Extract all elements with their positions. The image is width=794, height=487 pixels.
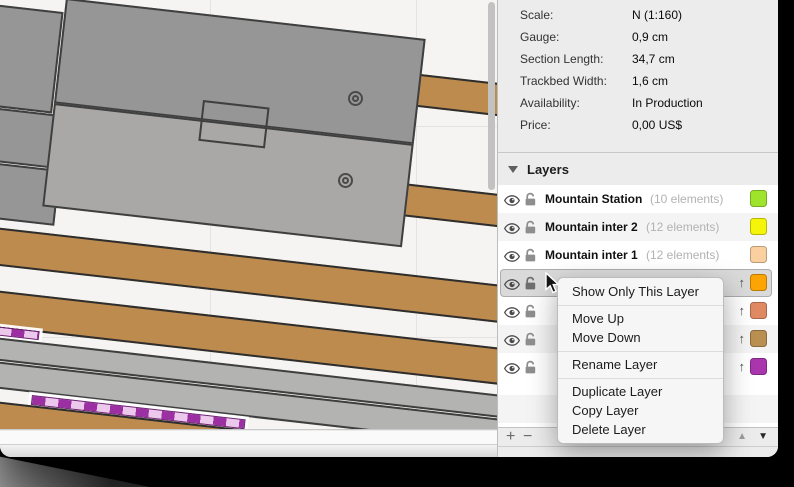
item-properties: Scale: N (1:160) Gauge: 0,9 cm Section Len…: [498, 4, 778, 136]
mouse-cursor-icon: [545, 271, 561, 300]
layers-section-header[interactable]: Layers: [498, 153, 778, 185]
menu-item-move-down[interactable]: Move Down: [558, 328, 723, 347]
layer-name: Mountain inter 2: [545, 220, 638, 234]
visibility-eye-icon[interactable]: [503, 249, 521, 267]
menu-item-copy-layer[interactable]: Copy Layer: [558, 401, 723, 420]
menu-item-duplicate-layer[interactable]: Duplicate Layer: [558, 382, 723, 401]
property-label: Availability:: [520, 96, 580, 110]
property-row: Price: 0,00 US$: [498, 114, 778, 136]
up-arrow-icon: ↑: [738, 359, 746, 374]
context-menu: Show Only This Layer Move Up Move Down R…: [557, 277, 724, 444]
layer-element-count: (10 elements): [650, 192, 724, 206]
visibility-eye-icon[interactable]: [503, 333, 521, 351]
unlocked-lock-icon[interactable]: [524, 248, 537, 267]
property-value: 0,00 US$: [632, 118, 683, 132]
menu-item-show-only-this-layer[interactable]: Show Only This Layer: [558, 282, 723, 301]
property-value: 0,9 cm: [632, 30, 669, 44]
property-label: Section Length:: [520, 52, 604, 66]
property-label: Scale:: [520, 8, 554, 22]
property-value: 34,7 cm: [632, 52, 675, 66]
unlocked-lock-icon[interactable]: [524, 360, 537, 379]
layer-color-swatch[interactable]: [750, 302, 767, 319]
layer-color-swatch[interactable]: [750, 330, 767, 347]
menu-item-move-up[interactable]: Move Up: [558, 309, 723, 328]
property-row: Availability: In Production: [498, 92, 778, 114]
layer-color-swatch[interactable]: [750, 274, 767, 291]
layer-color-swatch[interactable]: [750, 358, 767, 375]
layer-row-mountain-inter-2[interactable]: Mountain inter 2 (12 elements): [498, 213, 778, 241]
remove-layer-button[interactable]: −: [523, 428, 532, 446]
move-layer-up-button[interactable]: ▲: [737, 431, 747, 442]
add-layer-button[interactable]: +: [506, 428, 515, 446]
platform-marker-circle[interactable]: [348, 91, 363, 106]
outlined-rect-object[interactable]: [198, 100, 270, 149]
up-arrow-icon: ↑: [738, 275, 746, 290]
property-value: 1,6 cm: [632, 74, 669, 88]
layer-color-swatch[interactable]: [750, 218, 767, 235]
up-arrow-icon: ↑: [738, 331, 746, 346]
menu-separator: [558, 304, 723, 306]
unlocked-lock-icon[interactable]: [524, 332, 537, 351]
move-layer-down-button[interactable]: ▼: [758, 431, 768, 442]
property-row: Scale: N (1:160): [498, 4, 778, 26]
canvas-scrollbar[interactable]: [486, 0, 497, 429]
property-value: N (1:160): [632, 8, 683, 22]
visibility-eye-icon[interactable]: [503, 277, 521, 295]
desktop-background: Scale: N (1:160) Gauge: 0,9 cm Section Len…: [0, 0, 794, 487]
canvas-bottom-strip: [0, 431, 497, 445]
menu-item-rename-layer[interactable]: Rename Layer: [558, 355, 723, 374]
unlocked-lock-icon[interactable]: [524, 220, 537, 239]
property-row: Trackbed Width: 1,6 cm: [498, 70, 778, 92]
property-label: Price:: [520, 118, 551, 132]
visibility-eye-icon[interactable]: [503, 221, 521, 239]
menu-separator: [558, 377, 723, 379]
property-label: Gauge:: [520, 30, 560, 44]
property-value: In Production: [632, 96, 703, 110]
property-row: Section Length: 34,7 cm: [498, 48, 778, 70]
layers-title: Layers: [527, 161, 569, 177]
scrollbar-thumb[interactable]: [488, 2, 495, 190]
visibility-eye-icon[interactable]: [503, 193, 521, 211]
track-plan-canvas[interactable]: [0, 0, 497, 430]
unlocked-lock-icon[interactable]: [524, 304, 537, 323]
layer-element-count: (12 elements): [646, 220, 720, 234]
layer-name: Mountain Station: [545, 192, 643, 206]
up-arrow-icon: ↑: [738, 303, 746, 318]
platform-marker-circle[interactable]: [338, 173, 353, 188]
layer-row-mountain-inter-1[interactable]: Mountain inter 1 (12 elements): [498, 241, 778, 269]
layer-name: Mountain inter 1: [545, 248, 638, 262]
menu-item-delete-layer[interactable]: Delete Layer: [558, 420, 723, 439]
layer-color-swatch[interactable]: [750, 190, 767, 207]
menu-separator: [558, 350, 723, 352]
unlocked-lock-icon[interactable]: [524, 276, 537, 295]
layer-color-swatch[interactable]: [750, 246, 767, 263]
unlocked-lock-icon[interactable]: [524, 192, 537, 211]
layer-row-mountain-station[interactable]: Mountain Station (10 elements): [498, 185, 778, 213]
layer-element-count: (12 elements): [646, 248, 720, 262]
disclosure-triangle-icon[interactable]: [508, 165, 518, 173]
visibility-eye-icon[interactable]: [503, 305, 521, 323]
visibility-eye-icon[interactable]: [503, 361, 521, 379]
property-label: Trackbed Width:: [520, 74, 607, 88]
property-row: Gauge: 0,9 cm: [498, 26, 778, 48]
